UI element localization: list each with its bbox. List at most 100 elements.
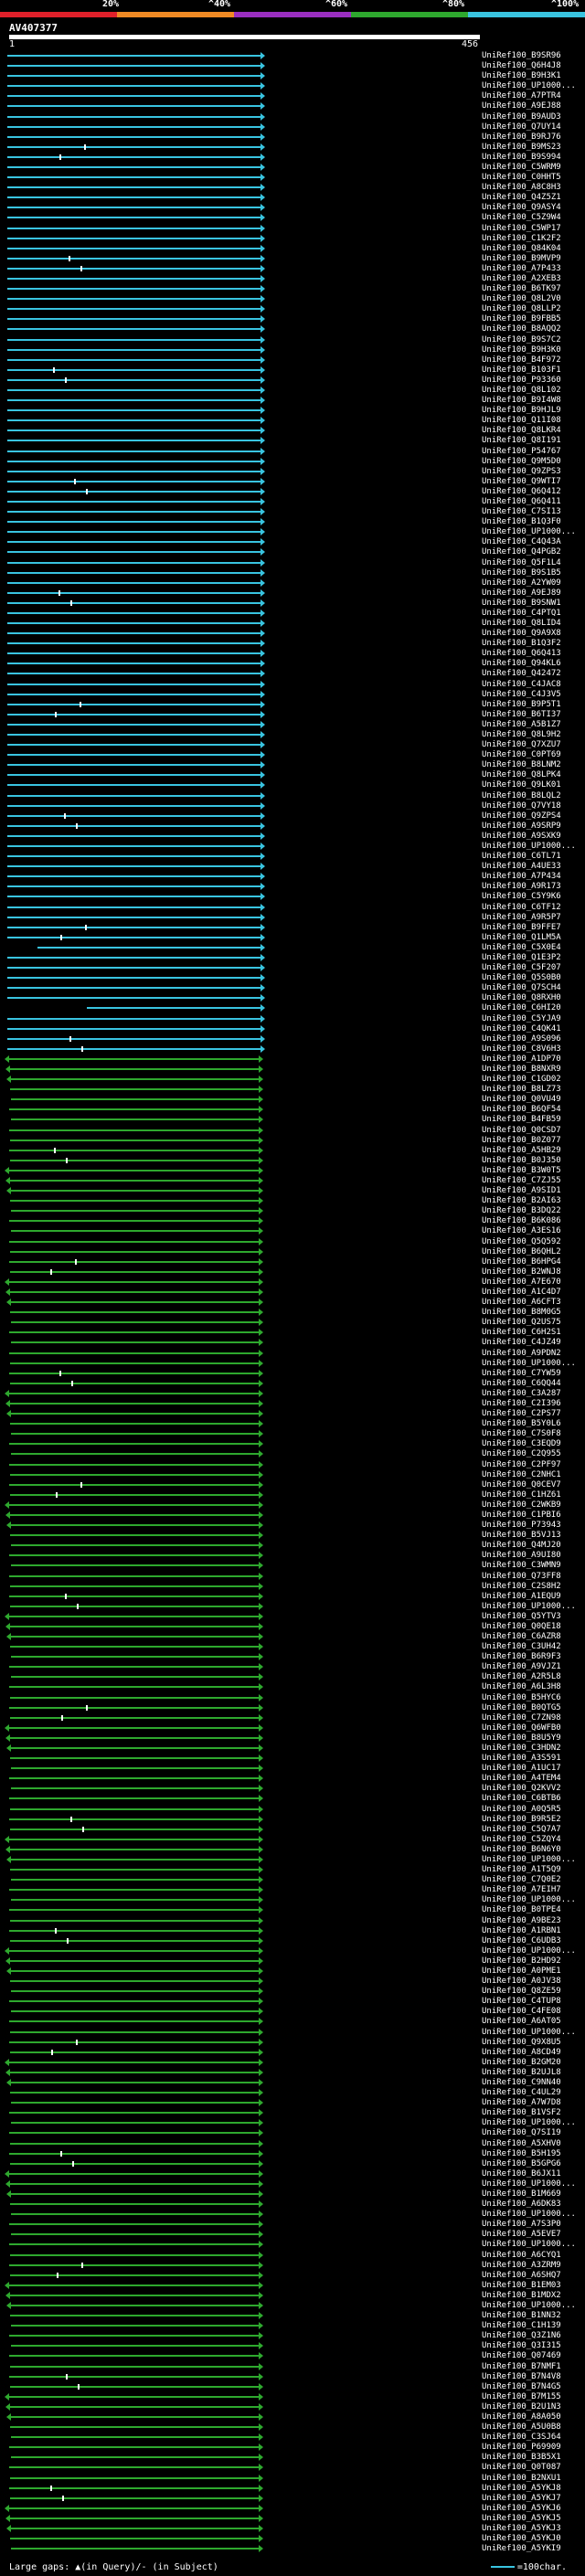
- hit-row[interactable]: UniRef100_C1HZ61: [0, 1490, 585, 1500]
- hit-label[interactable]: UniRef100_A4UE33: [482, 862, 561, 872]
- hit-label[interactable]: UniRef100_C6TL71: [482, 852, 561, 862]
- hit-label[interactable]: UniRef100_B9S7C2: [482, 335, 561, 345]
- hit-row[interactable]: UniRef100_A5YKJ8: [0, 2484, 585, 2494]
- hit-row[interactable]: UniRef100_A1RBN1: [0, 1926, 585, 1936]
- hit-label[interactable]: UniRef100_C3UH42: [482, 1642, 561, 1652]
- hit-row[interactable]: UniRef100_A5EVE7: [0, 2230, 585, 2240]
- hit-row[interactable]: UniRef100_A4UE33: [0, 862, 585, 872]
- hit-label[interactable]: UniRef100_C4PTQ1: [482, 609, 561, 619]
- hit-row[interactable]: UniRef100_A9UI80: [0, 1551, 585, 1561]
- hit-label[interactable]: UniRef100_A9PDN2: [482, 1349, 561, 1359]
- hit-label[interactable]: UniRef100_UP1000...: [482, 1855, 576, 1865]
- hit-row[interactable]: UniRef100_B6TI37: [0, 710, 585, 720]
- hit-label[interactable]: UniRef100_B9S994: [482, 153, 561, 163]
- hit-label[interactable]: UniRef100_A0Q5R5: [482, 1805, 561, 1815]
- hit-row[interactable]: UniRef100_Q8L2V0: [0, 294, 585, 304]
- hit-label[interactable]: UniRef100_B6HPG4: [482, 1257, 561, 1267]
- hit-label[interactable]: UniRef100_C7Q0E2: [482, 1875, 561, 1885]
- hit-row[interactable]: UniRef100_C2PS77: [0, 1409, 585, 1419]
- hit-row[interactable]: UniRef100_B2NXU1: [0, 2474, 585, 2484]
- hit-row[interactable]: UniRef100_A7P434: [0, 872, 585, 882]
- hit-label[interactable]: UniRef100_C8V6H3: [482, 1044, 561, 1055]
- hit-row[interactable]: UniRef100_Q0T087: [0, 2463, 585, 2473]
- hit-label[interactable]: UniRef100_C4JZ49: [482, 1338, 561, 1348]
- hit-row[interactable]: UniRef100_C0PT69: [0, 750, 585, 760]
- hit-label[interactable]: UniRef100_Q9ASY4: [482, 203, 561, 213]
- hit-label[interactable]: UniRef100_C5Z9W4: [482, 213, 561, 223]
- hit-label[interactable]: UniRef100_UP1000...: [482, 2028, 576, 2038]
- hit-label[interactable]: UniRef100_A8A050: [482, 2412, 561, 2422]
- hit-row[interactable]: UniRef100_Q1LM5A: [0, 933, 585, 943]
- hit-row[interactable]: UniRef100_C7YW59: [0, 1369, 585, 1379]
- hit-row[interactable]: UniRef100_Q6WFB0: [0, 1723, 585, 1733]
- hit-label[interactable]: UniRef100_C3WMN9: [482, 1561, 561, 1571]
- hit-row[interactable]: UniRef100_B9I4W8: [0, 396, 585, 406]
- hit-row[interactable]: UniRef100_A6SHQ7: [0, 2271, 585, 2281]
- hit-label[interactable]: UniRef100_A5U0B8: [482, 2422, 561, 2433]
- hit-label[interactable]: UniRef100_C0HHT5: [482, 173, 561, 183]
- hit-row[interactable]: UniRef100_Q9M5D0: [0, 457, 585, 467]
- hit-label[interactable]: UniRef100_A5YKJ0: [482, 2534, 561, 2544]
- hit-row[interactable]: UniRef100_C4TUP8: [0, 1997, 585, 2007]
- hit-label[interactable]: UniRef100_C7SI13: [482, 507, 561, 517]
- hit-label[interactable]: UniRef100_C5YJA9: [482, 1014, 561, 1024]
- hit-label[interactable]: UniRef100_B3W0T5: [482, 1166, 561, 1176]
- hit-label[interactable]: UniRef100_B3DQ22: [482, 1206, 561, 1216]
- hit-row[interactable]: UniRef100_A1EQU9: [0, 1592, 585, 1602]
- hit-row[interactable]: UniRef100_C5ZQY4: [0, 1835, 585, 1845]
- hit-label[interactable]: UniRef100_Q9ZPS3: [482, 467, 561, 477]
- hit-row[interactable]: UniRef100_Q73FF8: [0, 1572, 585, 1582]
- hit-label[interactable]: UniRef100_Q8LID4: [482, 619, 561, 629]
- hit-label[interactable]: UniRef100_Q3I315: [482, 2341, 561, 2351]
- hit-row[interactable]: UniRef100_Q07469: [0, 2351, 585, 2361]
- hit-row[interactable]: UniRef100_A6DK83: [0, 2200, 585, 2210]
- hit-row[interactable]: UniRef100_Q84K04: [0, 244, 585, 254]
- hit-row[interactable]: UniRef100_Q8LLP2: [0, 304, 585, 314]
- hit-label[interactable]: UniRef100_C3A287: [482, 1389, 561, 1399]
- hit-row[interactable]: UniRef100_B6R9F3: [0, 1652, 585, 1662]
- hit-label[interactable]: UniRef100_Q07469: [482, 2351, 561, 2361]
- hit-row[interactable]: UniRef100_B6K086: [0, 1216, 585, 1226]
- hit-row[interactable]: UniRef100_Q8L102: [0, 386, 585, 396]
- hit-row[interactable]: UniRef100_A8A050: [0, 2412, 585, 2422]
- hit-label[interactable]: UniRef100_B2GM20: [482, 2058, 561, 2068]
- hit-row[interactable]: UniRef100_C7Q0E2: [0, 1875, 585, 1885]
- hit-row[interactable]: UniRef100_A6L3H8: [0, 1682, 585, 1692]
- hit-label[interactable]: UniRef100_UP1000...: [482, 842, 576, 852]
- hit-label[interactable]: UniRef100_A8C8H3: [482, 183, 561, 193]
- hit-label[interactable]: UniRef100_Q3Z1N6: [482, 2331, 561, 2341]
- hit-row[interactable]: UniRef100_P73943: [0, 1521, 585, 1531]
- hit-label[interactable]: UniRef100_A0JV38: [482, 1977, 561, 1987]
- hit-row[interactable]: UniRef100_C3HDN2: [0, 1744, 585, 1754]
- hit-row[interactable]: UniRef100_C2WKB9: [0, 1500, 585, 1511]
- hit-label[interactable]: UniRef100_Q6H4J8: [482, 61, 561, 71]
- hit-row[interactable]: UniRef100_B5VJ13: [0, 1531, 585, 1541]
- hit-label[interactable]: UniRef100_P73943: [482, 1521, 561, 1531]
- hit-label[interactable]: UniRef100_Q5S0B0: [482, 973, 561, 983]
- hit-row[interactable]: UniRef100_B7NMF1: [0, 2362, 585, 2372]
- hit-label[interactable]: UniRef100_A1DP70: [482, 1055, 561, 1065]
- hit-row[interactable]: UniRef100_C6AZR8: [0, 1632, 585, 1642]
- hit-row[interactable]: UniRef100_C6QQ44: [0, 1379, 585, 1389]
- hit-label[interactable]: UniRef100_A6DK83: [482, 2200, 561, 2210]
- hit-row[interactable]: UniRef100_Q9X8U5: [0, 2038, 585, 2048]
- hit-label[interactable]: UniRef100_Q4PGB2: [482, 547, 561, 557]
- hit-row[interactable]: UniRef100_C3UH42: [0, 1642, 585, 1652]
- hit-label[interactable]: UniRef100_C4UL29: [482, 2088, 561, 2098]
- hit-row[interactable]: UniRef100_Q7SI19: [0, 2128, 585, 2138]
- hit-label[interactable]: UniRef100_C2PS77: [482, 1409, 561, 1419]
- hit-row[interactable]: UniRef100_B1Q3F2: [0, 639, 585, 649]
- hit-label[interactable]: UniRef100_UP1000...: [482, 2179, 576, 2189]
- hit-row[interactable]: UniRef100_B9RJ76: [0, 133, 585, 143]
- hit-row[interactable]: UniRef100_A5YKJ3: [0, 2524, 585, 2534]
- hit-label[interactable]: UniRef100_B9I4W8: [482, 396, 561, 406]
- hit-row[interactable]: UniRef100_A8CD49: [0, 2048, 585, 2058]
- hit-row[interactable]: UniRef100_B0TPE4: [0, 1905, 585, 1915]
- hit-row[interactable]: UniRef100_C4QK41: [0, 1024, 585, 1034]
- hit-label[interactable]: UniRef100_B2HD92: [482, 1956, 561, 1966]
- hit-label[interactable]: UniRef100_B8LQL2: [482, 791, 561, 801]
- hit-row[interactable]: UniRef100_B5Y0L6: [0, 1419, 585, 1429]
- hit-label[interactable]: UniRef100_B9MVP9: [482, 254, 561, 264]
- hit-label[interactable]: UniRef100_B4FB59: [482, 1115, 561, 1125]
- hit-label[interactable]: UniRef100_A1RBN1: [482, 1926, 561, 1936]
